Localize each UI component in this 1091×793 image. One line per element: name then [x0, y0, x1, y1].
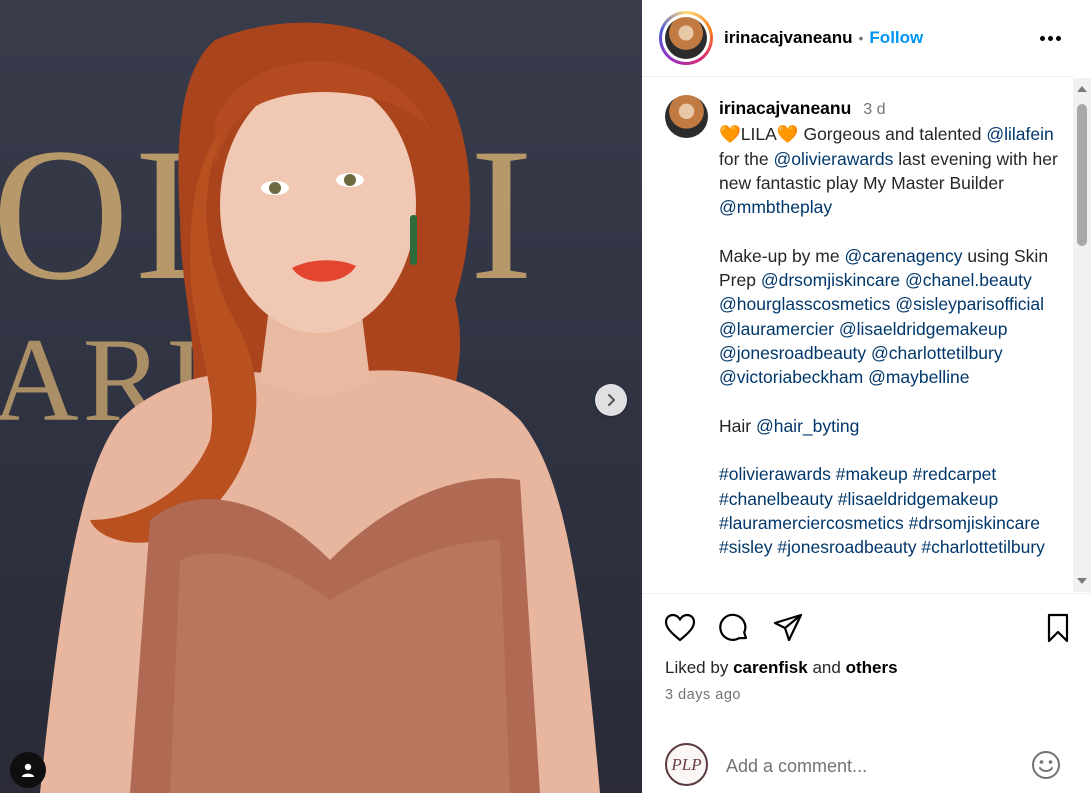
chevron-right-icon: [608, 394, 615, 406]
mention-link[interactable]: @jonesroadbeauty: [719, 343, 866, 363]
likes-summary: Liked by carenfisk and others: [665, 658, 898, 678]
caption-text-run: Hair: [719, 415, 756, 436]
mention-link[interactable]: @lauramercier: [719, 319, 834, 339]
next-slide-button[interactable]: [595, 384, 627, 416]
scrollbar-thumb[interactable]: [1077, 104, 1087, 246]
mention-link[interactable]: @lilafein: [986, 124, 1053, 144]
comment-input[interactable]: [726, 753, 1016, 779]
scroll-down-arrow-icon[interactable]: [1077, 578, 1087, 584]
post-date[interactable]: 3 days ago: [665, 687, 741, 703]
post-photo: [40, 22, 600, 793]
mention-link[interactable]: @hair_byting: [756, 416, 859, 436]
hashtag-link[interactable]: #makeup: [836, 464, 908, 484]
caption-paragraph: Make-up by me @carenagency using Skin Pr…: [719, 244, 1059, 390]
post-media[interactable]: OLIVI ARD: [0, 0, 642, 793]
hashtag-link[interactable]: #redcarpet: [913, 464, 997, 484]
hashtag-link[interactable]: #drsomjiskincare: [909, 513, 1040, 533]
orange-heart-emoji: 🧡: [719, 124, 741, 145]
hashtag-link[interactable]: #sisley: [719, 537, 773, 557]
post-details-panel: irinacajvaneanu • Follow irinacajvaneanu…: [642, 0, 1091, 793]
more-options-button[interactable]: [1035, 26, 1065, 50]
ellipsis-icon: [1039, 35, 1045, 41]
mention-link[interactable]: @drsomjiskincare: [761, 270, 900, 290]
tagged-users-button[interactable]: [10, 752, 46, 788]
hashtag-link[interactable]: #charlottetilbury: [921, 537, 1045, 557]
post-actions-section: Liked by carenfisk and others 3 days ago: [642, 593, 1091, 703]
mention-link[interactable]: @victoriabeckham: [719, 367, 863, 387]
bookmark-icon[interactable]: [1042, 612, 1074, 644]
scroll-up-arrow-icon[interactable]: [1077, 86, 1087, 92]
caption-text-run: Make-up by me: [719, 245, 845, 266]
likes-others-link[interactable]: others: [846, 658, 898, 677]
mention-link[interactable]: @charlottetilbury: [871, 343, 1003, 363]
caption-paragraph: #olivierawards #makeup #redcarpet #chane…: [719, 462, 1059, 559]
heart-icon[interactable]: [664, 612, 696, 644]
separator-dot: •: [858, 30, 864, 46]
mention-link[interactable]: @carenagency: [844, 246, 962, 266]
viewer-avatar[interactable]: PLP: [665, 743, 708, 786]
caption-text-run: Gorgeous and talented: [798, 124, 987, 145]
mention-link[interactable]: @sisleyparisofficial: [895, 294, 1044, 314]
mention-link[interactable]: @maybelline: [868, 367, 969, 387]
comment-composer: PLP: [642, 737, 1091, 793]
mention-link[interactable]: @lisaeldridgemakeup: [839, 319, 1008, 339]
author-avatar: [665, 17, 707, 59]
author-avatar-story-ring[interactable]: [659, 11, 713, 65]
mention-link[interactable]: @hourglasscosmetics: [719, 294, 890, 314]
caption-timestamp[interactable]: 3 d: [863, 98, 885, 122]
caption-scroll-area[interactable]: irinacajvaneanu 3 d 🧡LILA🧡 Gorgeous and …: [642, 78, 1073, 592]
post-header: irinacajvaneanu • Follow: [642, 0, 1073, 77]
hashtag-link[interactable]: #lisaeldridgemakeup: [838, 489, 999, 509]
caption-author-avatar[interactable]: [665, 95, 708, 138]
liked-by-user[interactable]: carenfisk: [733, 658, 808, 677]
mention-link[interactable]: @olivierawards: [773, 149, 893, 169]
caption-scrollbar[interactable]: [1073, 78, 1091, 592]
send-icon[interactable]: [772, 612, 804, 644]
comment-icon[interactable]: [718, 612, 750, 644]
caption-paragraph: Hair @hair_byting: [719, 414, 1059, 438]
author-username[interactable]: irinacajvaneanu: [724, 28, 853, 48]
caption-username[interactable]: irinacajvaneanu: [719, 96, 851, 120]
hashtag-link[interactable]: #lauramerciercosmetics: [719, 513, 904, 533]
orange-heart-emoji: 🧡: [776, 124, 799, 145]
hashtag-link[interactable]: #olivierawards: [719, 464, 831, 484]
mention-link[interactable]: @chanel.beauty: [905, 270, 1032, 290]
smiley-icon[interactable]: [1030, 749, 1062, 781]
mention-link[interactable]: @mmbtheplay: [719, 197, 832, 217]
caption-text: 🧡LILA🧡 Gorgeous and talented @lilafein f…: [719, 122, 1059, 559]
hashtag-link[interactable]: #jonesroadbeauty: [777, 537, 916, 557]
hashtag-link[interactable]: #chanelbeauty: [719, 489, 833, 509]
follow-button[interactable]: Follow: [869, 28, 923, 48]
caption-text-run: LILA: [740, 124, 777, 145]
likes-prefix: Liked by: [665, 658, 729, 677]
action-bar: [664, 612, 1074, 644]
caption: irinacajvaneanu 3 d 🧡LILA🧡 Gorgeous and …: [719, 96, 1059, 560]
caption-text-run: for the: [719, 148, 774, 169]
caption-paragraph: 🧡LILA🧡 Gorgeous and talented @lilafein f…: [719, 122, 1059, 219]
likes-conjunction: and: [812, 658, 841, 677]
person-tag-icon: [22, 763, 34, 777]
